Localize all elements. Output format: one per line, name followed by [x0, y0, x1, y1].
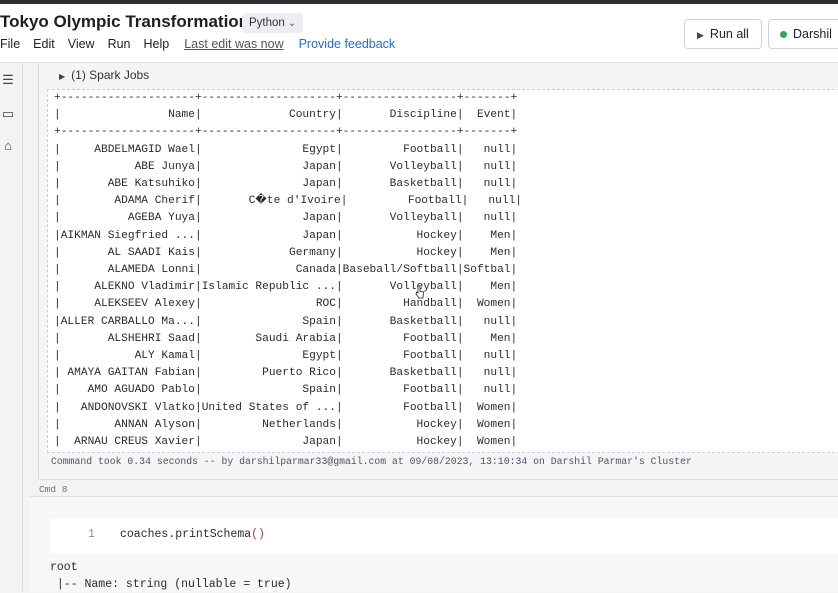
cluster-label: Darshil	[793, 27, 832, 41]
schema-line: |-- Name: string (nullable = true)	[50, 578, 292, 591]
shapes-icon[interactable]: ⌂	[0, 139, 16, 153]
notebook-cell-code: 1 coaches.printSchema() root |-- Name: s…	[30, 496, 838, 592]
menu-bar: File Edit View Run Help Last edit was now Prov…	[0, 37, 408, 51]
cluster-status-icon	[780, 31, 787, 39]
spark-jobs-toggle[interactable]: ▶ (1) Spark Jobs	[59, 68, 149, 82]
table-of-contents-icon[interactable]: ☰	[0, 73, 16, 87]
table-output: +--------------------+------------------…	[47, 89, 838, 453]
code-function: coaches.printSchema	[120, 528, 252, 541]
menu-run[interactable]: Run	[108, 37, 131, 51]
cmd-label: Cmd 8	[39, 484, 68, 495]
play-icon: ▶	[697, 30, 704, 40]
menu-file[interactable]: File	[0, 37, 20, 51]
code-parens: ()	[251, 528, 265, 541]
chevron-right-icon: ▶	[59, 72, 66, 81]
language-selector[interactable]: Python ⌄	[242, 13, 304, 33]
last-edit-link[interactable]: Last edit was now	[184, 37, 283, 51]
left-sidebar: ☰ ▭ ⌂	[0, 63, 23, 591]
dataframe-show-output: +--------------------+------------------…	[54, 92, 522, 449]
schema-output: root |-- Name: string (nullable = true)	[50, 559, 292, 593]
menu-edit[interactable]: Edit	[33, 37, 55, 51]
code-line[interactable]: coaches.printSchema()	[120, 528, 265, 541]
folder-icon[interactable]: ▭	[0, 107, 16, 121]
command-status: Command took 0.34 seconds -- by darshilp…	[51, 456, 692, 467]
notebook-header: Tokyo Olympic Transformation Python ⌄ Fil…	[0, 4, 838, 63]
menu-help[interactable]: Help	[144, 37, 170, 51]
provide-feedback-link[interactable]: Provide feedback	[299, 37, 396, 51]
notebook-title[interactable]: Tokyo Olympic Transformation	[0, 12, 249, 32]
cluster-button[interactable]: Darshil	[768, 19, 838, 49]
code-editor[interactable]: 1 coaches.printSchema()	[50, 519, 838, 553]
language-label: Python	[249, 17, 285, 29]
schema-root: root	[50, 561, 78, 574]
hand-cursor-icon	[415, 285, 424, 299]
spark-jobs-label: (1) Spark Jobs	[71, 68, 150, 82]
line-number: 1	[88, 528, 95, 541]
run-all-button[interactable]: ▶ Run all	[684, 19, 762, 49]
chevron-down-icon: ⌄	[287, 18, 297, 29]
notebook-cell-output: ▶ (1) Spark Jobs +--------------------+--…	[38, 63, 838, 480]
menu-view[interactable]: View	[68, 37, 95, 51]
run-all-label: Run all	[709, 27, 749, 41]
